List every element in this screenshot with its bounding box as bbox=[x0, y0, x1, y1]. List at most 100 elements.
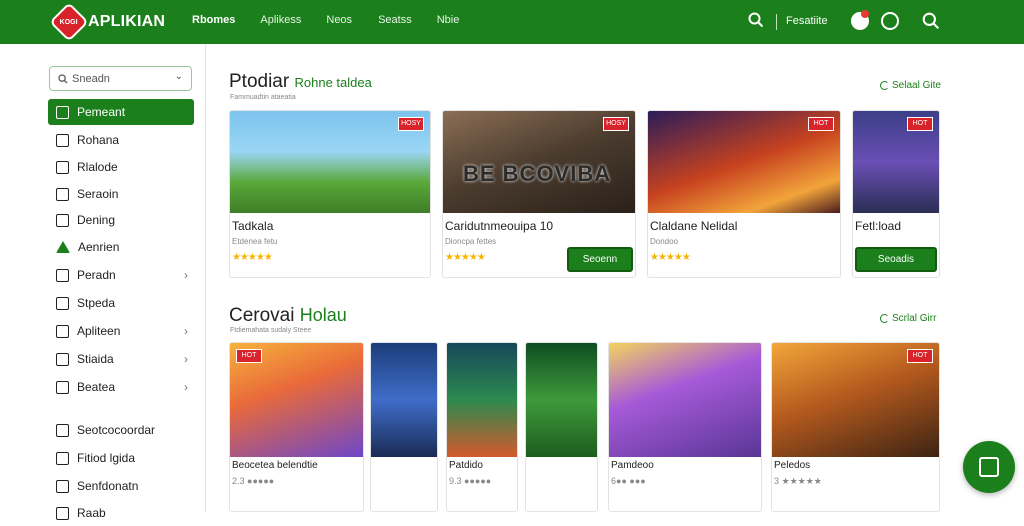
section-title-new: Cerovai Holau bbox=[229, 305, 347, 327]
sidebar-item-label: Apliteen bbox=[77, 324, 121, 338]
sidebar-item-label: Seraoin bbox=[77, 187, 119, 201]
main-nav: Rbomes Aplikess Neos Seatss Nbie bbox=[192, 14, 459, 26]
app-card[interactable]: HOSY Tadkala Etdenea fetu ★★★★★ bbox=[229, 110, 431, 278]
chevron-right-icon: › bbox=[184, 352, 188, 366]
item-icon bbox=[56, 324, 69, 338]
sidebar-item-6[interactable]: Aenrien bbox=[48, 234, 194, 260]
section-title-text: Ptodiar bbox=[229, 71, 290, 92]
logo-badge: KOGI bbox=[49, 2, 89, 42]
nav-news[interactable]: Neos bbox=[326, 14, 352, 26]
app-thumbnail bbox=[447, 343, 517, 457]
sidebar-item-label: Aenrien bbox=[78, 240, 120, 254]
section-title-popular: Ptodiar Rohne taldea bbox=[229, 71, 372, 93]
nav-more[interactable]: Nbie bbox=[437, 14, 460, 26]
game-art-title: BE BCOVIBA bbox=[463, 161, 612, 186]
see-all-link[interactable]: Scrlal Girr bbox=[880, 313, 936, 324]
sidebar-item-label: Pemeant bbox=[77, 105, 126, 119]
app-card[interactable]: BE BCOVIBA HOSY Caridutnmeouipa 10 Dionc… bbox=[442, 110, 636, 278]
app-meta: 9.3 ●●●●● bbox=[449, 476, 492, 486]
rating-stars: ★★★★★ bbox=[232, 252, 273, 263]
sidebar-item-label: Fitiod lgida bbox=[77, 451, 136, 465]
search-icon-secondary[interactable] bbox=[922, 12, 940, 35]
sidebar-item-14[interactable]: Senfdonatn bbox=[48, 473, 194, 499]
sidebar-item-5[interactable]: Dening bbox=[48, 207, 194, 233]
hot-badge: HOT bbox=[236, 349, 262, 363]
app-card[interactable]: HOT Claldane Nelidal Dondoo ★★★★★ bbox=[647, 110, 841, 278]
chevron-down-icon: ⌄ bbox=[174, 71, 183, 82]
refresh-icon bbox=[880, 81, 889, 90]
item-icon bbox=[56, 352, 69, 366]
app-meta: 6●● ●●● bbox=[611, 476, 646, 486]
app-meta: 3 ★★★★★ bbox=[774, 476, 822, 486]
nav-home[interactable]: Rbomes bbox=[192, 14, 235, 26]
item-icon bbox=[56, 506, 69, 520]
app-card[interactable] bbox=[525, 342, 598, 512]
nav-apps[interactable]: Aplikess bbox=[260, 14, 301, 26]
hot-badge: HOT bbox=[907, 349, 933, 363]
install-button[interactable]: Seoadis bbox=[855, 247, 937, 272]
item-icon bbox=[56, 479, 69, 493]
app-name: Beocetea belendtie bbox=[232, 460, 318, 471]
app-name: Tadkala bbox=[232, 219, 274, 233]
app-card[interactable]: Patdido 9.3 ●●●●● bbox=[446, 342, 518, 512]
sidebar-item-label: Dening bbox=[77, 213, 116, 227]
sidebar-item-13[interactable]: Fitiod lgida bbox=[48, 445, 194, 471]
sidebar-item-7[interactable]: Peradn › bbox=[48, 262, 194, 288]
app-card[interactable]: HOT Peledos 3 ★★★★★ bbox=[771, 342, 940, 512]
sidebar-item-11[interactable]: Beatea › bbox=[48, 374, 194, 400]
rating-stars: ★★★★★ bbox=[445, 252, 486, 263]
section-subtitle: Fammuadtin ataeatia bbox=[230, 94, 296, 101]
favorites-link[interactable]: Fesatiite bbox=[786, 15, 828, 27]
sidebar-item-3[interactable]: Rlalode bbox=[48, 154, 194, 180]
sidebar-item-10[interactable]: Stiaida › bbox=[48, 346, 194, 372]
install-button[interactable]: Seoenn bbox=[567, 247, 633, 272]
sidebar-item-label: Rohana bbox=[77, 133, 120, 147]
sidebar-item-2[interactable]: Rohana bbox=[48, 127, 194, 153]
sidebar-item-label: Beatea bbox=[77, 380, 116, 394]
sidebar-item-label: Raab bbox=[77, 506, 106, 520]
floating-action-button[interactable] bbox=[963, 441, 1015, 493]
hot-badge: HOT bbox=[808, 117, 834, 131]
app-name: Patdido bbox=[449, 460, 483, 471]
app-card[interactable] bbox=[370, 342, 438, 512]
sidebar-item-label: Stiaida bbox=[77, 352, 114, 366]
app-name: Peledos bbox=[774, 460, 811, 471]
section-title-text: Cerovai bbox=[229, 305, 295, 326]
search-icon[interactable] bbox=[748, 12, 764, 33]
app-name: Pamdeoo bbox=[611, 460, 654, 471]
item-icon bbox=[56, 105, 69, 119]
account-icon[interactable] bbox=[881, 12, 899, 30]
app-meta: Etdenea fetu bbox=[232, 237, 278, 246]
app-name: Caridutnmeouipa 10 bbox=[445, 219, 554, 233]
sidebar-item-label: Rlalode bbox=[77, 160, 118, 174]
app-thumbnail bbox=[609, 343, 761, 457]
sidebar-item-8[interactable]: Stpeda bbox=[48, 290, 194, 316]
sidebar-search-placeholder: Sneadn bbox=[72, 72, 110, 85]
refresh-icon bbox=[880, 314, 889, 323]
app-thumbnail bbox=[526, 343, 597, 457]
sidebar: Sneadn ⌄ Pemeant Rohana Rlalode Seraoin … bbox=[0, 44, 206, 520]
sidebar-item-label: Peradn bbox=[77, 268, 116, 282]
sidebar-item-1[interactable]: Pemeant bbox=[48, 99, 194, 125]
sidebar-item-9[interactable]: Apliteen › bbox=[48, 318, 194, 344]
app-thumbnail bbox=[371, 343, 437, 457]
app-name: Fetl:load bbox=[855, 219, 902, 233]
sidebar-item-4[interactable]: Seraoin bbox=[48, 181, 194, 207]
logo-text: APLIKIAN bbox=[88, 13, 166, 30]
see-all-link[interactable]: Selaal Gite bbox=[880, 80, 941, 91]
see-all-label: Scrlal Girr bbox=[892, 313, 937, 324]
notification-badge bbox=[861, 10, 869, 18]
section-title-accent: Rohne taldea bbox=[294, 75, 372, 90]
hot-badge: HOSY bbox=[398, 117, 424, 131]
rating-stars: ★★★★★ bbox=[650, 252, 691, 263]
app-card[interactable]: Pamdeoo 6●● ●●● bbox=[608, 342, 762, 512]
app-logo[interactable]: KOGI APLIKIAN bbox=[49, 2, 166, 42]
app-card[interactable]: HOT Fetl:load Seoadis bbox=[852, 110, 940, 278]
section-title-accent: Holau bbox=[299, 305, 347, 325]
nav-stats[interactable]: Seatss bbox=[378, 14, 412, 26]
app-card[interactable]: HOT Beocetea belendtie 2.3 ●●●●● bbox=[229, 342, 364, 512]
sidebar-item-15[interactable]: Raab bbox=[48, 500, 194, 526]
item-icon bbox=[56, 423, 69, 437]
sidebar-search-input[interactable]: Sneadn ⌄ bbox=[49, 66, 192, 91]
sidebar-item-12[interactable]: Seotcocoordar bbox=[48, 417, 194, 443]
